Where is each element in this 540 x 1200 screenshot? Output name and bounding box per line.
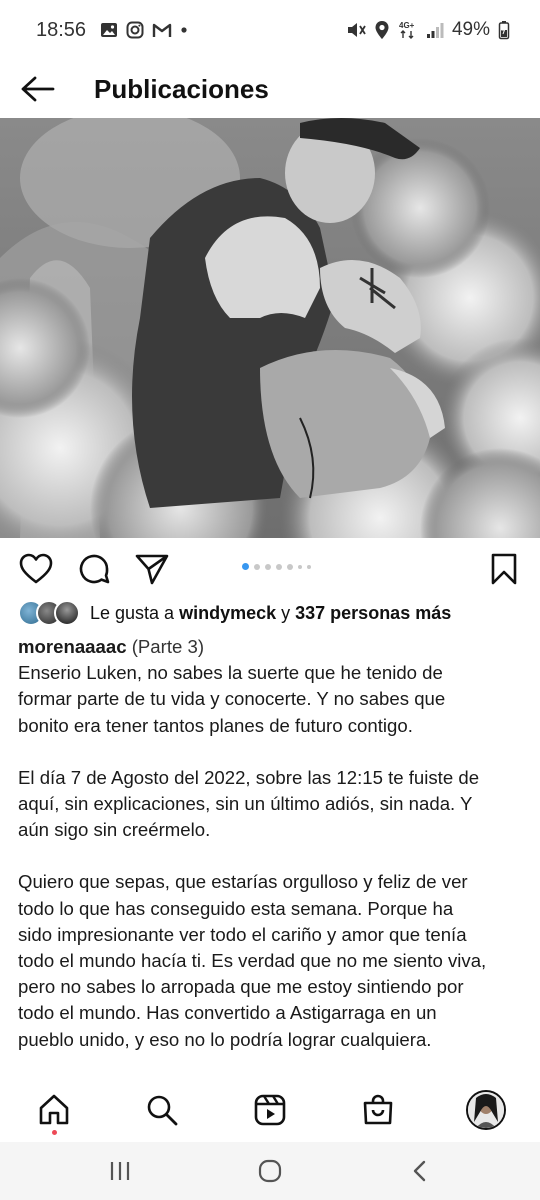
post-photo[interactable] — [0, 118, 540, 538]
mute-icon — [346, 20, 366, 40]
send-icon — [135, 554, 169, 585]
bookmark-icon — [491, 553, 517, 585]
battery-percent: 49% — [451, 19, 490, 40]
search-icon — [147, 1095, 178, 1126]
carousel-dot — [287, 563, 293, 570]
carousel-dot — [298, 564, 302, 569]
status-bar: 18:56 4G+ 49% — [0, 0, 540, 60]
caption-header: morenaaaac (Parte 3) — [18, 634, 528, 660]
status-right: 4G+ 49% — [346, 19, 510, 41]
instagram-icon — [126, 21, 144, 39]
caption-line: todo el mundo. Has convertido a Astigarr… — [18, 1002, 437, 1024]
page-title: Publicaciones — [94, 73, 269, 104]
carousel-dot — [265, 563, 271, 570]
carousel-dot — [307, 564, 311, 569]
nav-search[interactable] — [138, 1086, 186, 1134]
like-button[interactable] — [18, 551, 54, 587]
nav-home[interactable] — [30, 1086, 78, 1135]
system-navigation-bar — [0, 1142, 540, 1200]
caption-line: sido impresionante ver todo el cariño y … — [18, 923, 467, 945]
comment-icon — [79, 554, 110, 584]
likes-others[interactable]: 337 personas más — [295, 603, 451, 623]
gmail-icon — [152, 22, 172, 38]
recent-apps-icon — [110, 1162, 130, 1180]
likes-prefix: Le gusta a — [90, 602, 180, 623]
post-photo-illustration — [0, 118, 540, 538]
dot-icon — [180, 26, 188, 34]
caption-line: aquí, sin explicaciones, sin un último a… — [18, 793, 473, 815]
likes-summary[interactable]: Le gusta a windymeck y 337 personas más — [18, 598, 528, 628]
top-header: Publicaciones — [0, 60, 540, 118]
back-chevron-icon — [413, 1160, 426, 1182]
back-arrow-icon — [21, 76, 55, 102]
nav-profile[interactable] — [462, 1086, 510, 1134]
caption-line: pero no sabes lo arropada que me estoy s… — [18, 976, 464, 998]
system-back-button[interactable] — [400, 1154, 440, 1188]
carousel-dot — [276, 563, 282, 570]
caption-part: (Parte 3) — [131, 636, 205, 657]
caption-line: pueblo unido, y eso no lo podría lograr … — [18, 1028, 432, 1050]
post-action-bar — [0, 545, 540, 591]
notification-dot — [52, 1130, 57, 1135]
caption-line: Enserio Luken, no sabes la suerte que he… — [18, 662, 443, 684]
caption-line: todo el mundo hacía ti. Es verdad que no… — [18, 950, 487, 972]
nav-shop[interactable] — [354, 1086, 402, 1134]
caption-line: formar parte de tu vida y conocerte. Y n… — [18, 688, 446, 710]
home-icon — [39, 1094, 69, 1125]
heart-icon — [19, 553, 53, 584]
caption-line: aún sigo sin creérmelo. — [18, 819, 211, 841]
status-left: 18:56 — [36, 19, 188, 42]
battery-icon — [498, 20, 510, 40]
location-icon — [374, 20, 390, 40]
carousel-indicator — [242, 563, 311, 570]
caption-line: Quiero que sepas, que estarías orgulloso… — [18, 871, 468, 893]
caption-line: El día 7 de Agosto del 2022, sobre las 1… — [18, 766, 480, 788]
comment-button[interactable] — [76, 551, 112, 587]
liker-avatar — [54, 600, 80, 626]
likes-user[interactable]: windymeck — [179, 603, 276, 623]
home-system-button[interactable] — [250, 1154, 290, 1188]
caption-line: bonito era tener tantos planes de futuro… — [18, 714, 413, 736]
shop-icon — [363, 1094, 393, 1125]
back-button[interactable] — [2, 60, 74, 118]
network-4g-label: 4G+ — [399, 21, 415, 30]
reels-icon — [254, 1094, 286, 1126]
liker-avatars — [18, 600, 84, 626]
network-4g-icon: 4G+ — [398, 20, 418, 40]
gallery-icon — [100, 21, 118, 39]
home-circle-icon — [258, 1159, 282, 1183]
caption-line: todo lo que has conseguido esta semana. … — [18, 897, 454, 919]
bottom-navigation — [0, 1078, 540, 1142]
caption-username[interactable]: morenaaaac — [18, 636, 127, 657]
status-time: 18:56 — [36, 18, 87, 41]
share-button[interactable] — [134, 551, 170, 587]
recent-apps-button[interactable] — [100, 1154, 140, 1188]
nav-reels[interactable] — [246, 1086, 294, 1134]
signal-icon — [426, 21, 444, 39]
carousel-dot — [242, 563, 249, 570]
save-button[interactable] — [486, 551, 522, 587]
profile-avatar — [466, 1090, 506, 1130]
carousel-dot — [254, 563, 260, 570]
post-caption: morenaaaac (Parte 3) Enserio Luken, no s… — [18, 634, 528, 1053]
likes-text: Le gusta a windymeck y 337 personas más — [90, 603, 451, 624]
likes-middle: y — [276, 602, 296, 623]
